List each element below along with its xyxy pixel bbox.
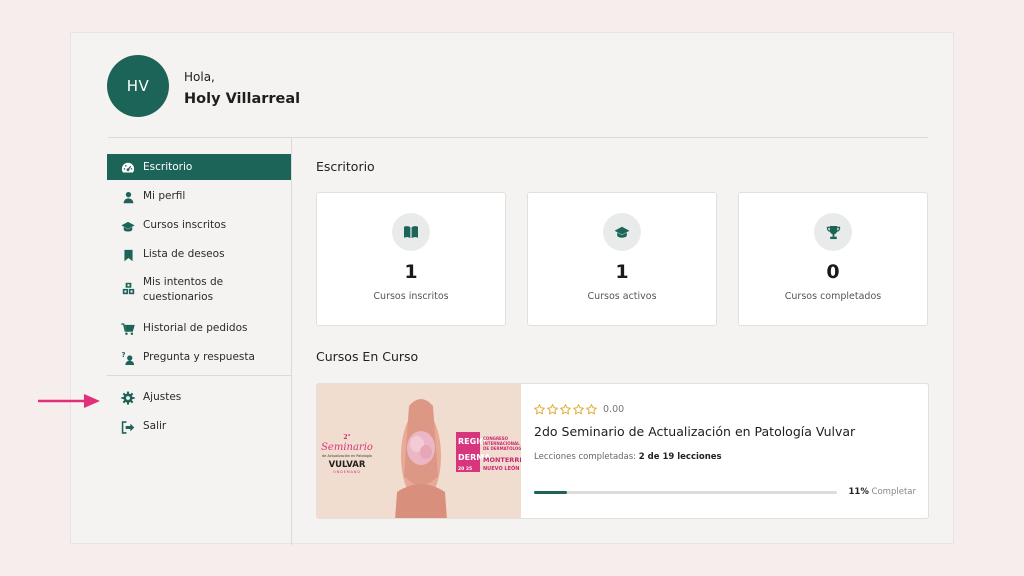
stat-card-active: 1 Cursos activos xyxy=(527,192,717,326)
sidebar-item-ajustes[interactable]: Ajustes xyxy=(107,384,291,410)
svg-text:?: ? xyxy=(121,351,125,359)
progress-bar xyxy=(534,491,837,494)
svg-text:MONTERREY: MONTERREY xyxy=(483,456,521,464)
star-icon[interactable] xyxy=(547,404,558,415)
stat-value: 0 xyxy=(826,261,840,283)
stat-label: Cursos completados xyxy=(784,291,882,302)
sidebar-divider xyxy=(291,137,292,545)
graduation-cap-icon xyxy=(603,213,641,251)
sidebar-item-label: Mis intentos de cuestionarios xyxy=(143,276,224,303)
svg-text:NUEVO LEÓN: NUEVO LEÓN xyxy=(483,465,519,472)
progress-fill xyxy=(534,491,568,494)
sidebar-item-label: Pregunta y respuesta xyxy=(143,351,255,363)
course-card[interactable]: 2° Seminario de Actualización en Patolog… xyxy=(316,383,929,519)
sidebar-item-historial-de-pedidos[interactable]: Historial de pedidos xyxy=(107,315,291,341)
svg-text:DE DERMATOLOGÍA: DE DERMATOLOGÍA xyxy=(483,446,521,451)
sidebar-item-label: Mi perfil xyxy=(143,190,186,202)
star-icon[interactable] xyxy=(560,404,571,415)
sidebar-item-salir[interactable]: Salir xyxy=(107,413,291,439)
dashboard-panel: HV Hola, Holy Villarreal Escritorio Mi p… xyxy=(70,32,954,545)
svg-text:20 25: 20 25 xyxy=(458,466,472,472)
svg-text:ONDEMAND: ONDEMAND xyxy=(333,470,361,474)
book-icon xyxy=(392,213,430,251)
svg-text:VULVAR: VULVAR xyxy=(329,460,366,470)
svg-text:REGIO: REGIO xyxy=(458,437,486,446)
star-icon[interactable] xyxy=(586,404,597,415)
sidebar-item-mi-perfil[interactable]: Mi perfil xyxy=(107,183,291,209)
stat-label: Cursos activos xyxy=(587,291,657,302)
progress-label: Completar xyxy=(871,487,916,497)
lessons-label: Lecciones completadas: xyxy=(534,452,637,462)
svg-text:2°: 2° xyxy=(343,434,350,441)
bookmark-icon xyxy=(121,248,135,262)
course-info: 0.00 2do Seminario de Actualización en P… xyxy=(534,384,916,518)
sidebar-separator xyxy=(107,375,291,376)
graduation-cap-icon xyxy=(121,219,135,233)
rating-stars: 0.00 xyxy=(534,404,624,415)
svg-text:de Actualización en Patología: de Actualización en Patología xyxy=(322,454,372,458)
gear-icon xyxy=(121,391,135,405)
user-name: Holy Villarreal xyxy=(184,91,301,107)
section-title-in-progress: Cursos En Curso xyxy=(316,349,419,364)
sidebar-item-lista-de-deseos[interactable]: Lista de deseos xyxy=(107,241,291,267)
progress-percent: 11% xyxy=(848,487,869,497)
dashboard-icon xyxy=(121,161,135,175)
stat-label: Cursos inscritos xyxy=(373,291,449,302)
greeting: Hola, xyxy=(184,70,215,84)
sidebar-item-escritorio[interactable]: Escritorio xyxy=(107,154,291,180)
sidebar: Escritorio Mi perfil Cursos inscritos Li… xyxy=(107,154,291,442)
sidebar-item-label: Escritorio xyxy=(143,161,193,173)
course-thumbnail[interactable]: 2° Seminario de Actualización en Patolog… xyxy=(317,384,529,518)
sidebar-item-label: Ajustes xyxy=(143,391,182,403)
stat-value: 1 xyxy=(615,261,629,283)
user-icon xyxy=(121,190,135,204)
cart-icon xyxy=(121,322,135,336)
stat-card-completed: 0 Cursos completados xyxy=(738,192,928,326)
sidebar-item-cursos-inscritos[interactable]: Cursos inscritos xyxy=(107,212,291,238)
rating-value: 0.00 xyxy=(603,404,625,415)
sidebar-item-label: Cursos inscritos xyxy=(143,219,227,231)
page-title: Escritorio xyxy=(316,159,375,174)
lessons-value: 2 de 19 lecciones xyxy=(638,452,722,462)
sidebar-item-label: Historial de pedidos xyxy=(143,322,248,334)
stat-card-enrolled: 1 Cursos inscritos xyxy=(316,192,506,326)
quiz-blocks-icon xyxy=(121,281,135,295)
sidebar-item-label: Salir xyxy=(143,420,167,432)
avatar-initials: HV xyxy=(126,77,150,95)
question-answer-icon: ? xyxy=(121,351,135,365)
sign-out-icon xyxy=(121,420,135,434)
svg-text:Seminario: Seminario xyxy=(321,442,373,453)
progress-text: 11% Completar xyxy=(848,487,916,497)
star-icon[interactable] xyxy=(573,404,584,415)
stat-value: 1 xyxy=(404,261,418,283)
sidebar-item-label: Lista de deseos xyxy=(143,248,225,260)
pink-arrow-annotation xyxy=(38,394,100,408)
lessons-completed: Lecciones completadas: 2 de 19 lecciones xyxy=(534,452,722,462)
course-title[interactable]: 2do Seminario de Actualización en Patolo… xyxy=(534,424,855,439)
divider xyxy=(108,137,928,138)
avatar[interactable]: HV xyxy=(107,55,169,117)
sidebar-item-pregunta-y-respuesta[interactable]: ? Pregunta y respuesta xyxy=(107,344,291,370)
trophy-icon xyxy=(814,213,852,251)
sidebar-item-intentos-cuestionarios[interactable]: Mis intentos de cuestionarios xyxy=(107,270,291,312)
star-icon[interactable] xyxy=(534,404,545,415)
